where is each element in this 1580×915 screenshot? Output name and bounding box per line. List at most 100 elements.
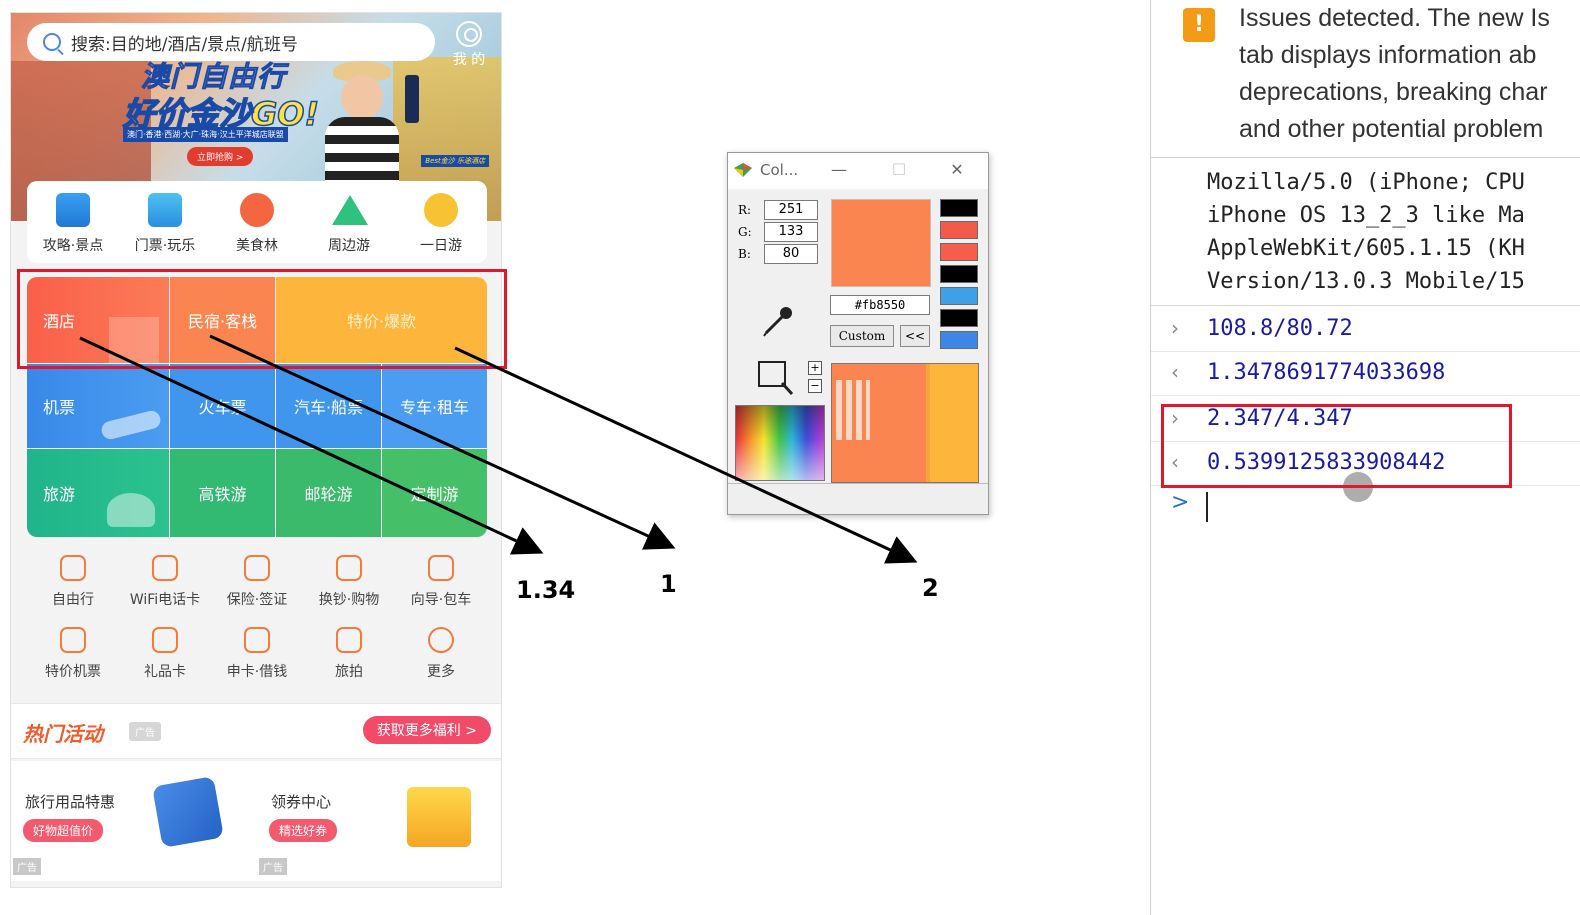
g-label: G: (738, 225, 752, 239)
recent-swatch-3[interactable] (940, 243, 978, 261)
my-account-label: 我 的 (452, 52, 486, 68)
banner-vertical-label (405, 75, 419, 123)
annotation-ratio-deals: 2 (922, 574, 939, 602)
nav-tickets[interactable]: 门票·玩乐 (119, 181, 211, 263)
svc-wifi[interactable]: WiFi电话卡 (119, 549, 211, 621)
zoom-preview (831, 363, 979, 483)
backpack-icon (60, 555, 86, 581)
nav-daytrip[interactable]: 一日游 (395, 181, 487, 263)
user-icon (456, 21, 482, 47)
color-picker-window[interactable]: Col... — ☐ ✕ R: 251 G: 133 B: 80 #fb8550… (727, 152, 989, 515)
food-icon (240, 193, 274, 227)
banner-tagline: 澳门·香港·西湖·大广·珠海·汉土平洋城店联盟 (123, 127, 288, 142)
r-label: R: (738, 203, 752, 217)
grid-tour[interactable]: 旅游 (27, 449, 169, 537)
grid-car-rental[interactable]: 专车·租车 (382, 364, 487, 448)
nav-nearby[interactable]: 周边游 (303, 181, 395, 263)
recent-swatch-7[interactable] (940, 331, 978, 349)
g-value-field[interactable]: 133 (764, 222, 818, 242)
gift-card-icon (152, 627, 178, 653)
banner-mascot (311, 61, 411, 201)
console-caret (1206, 492, 1208, 522)
gift-box-icon (407, 787, 471, 847)
my-account-button[interactable]: 我 的 (445, 19, 493, 73)
zoom-in-button[interactable]: + (808, 361, 822, 375)
custom-button[interactable]: Custom (830, 325, 894, 347)
search-icon (43, 33, 61, 51)
recent-swatch-5[interactable] (940, 287, 978, 305)
eyedropper-icon[interactable] (760, 303, 796, 339)
promo-card-travel-goods[interactable]: 旅行用品特惠 好物超值价 广告 (11, 761, 257, 881)
search-input[interactable]: 搜索:目的地/酒店/景点/航班号 (27, 23, 435, 61)
close-button[interactable]: ✕ (942, 157, 972, 183)
more-icon (428, 627, 454, 653)
sun-icon (424, 193, 458, 227)
wifi-card-icon (152, 555, 178, 581)
more-benefits-button[interactable]: 获取更多福利 > (362, 716, 491, 744)
svc-gift-card[interactable]: 礼品卡 (119, 621, 211, 693)
guide-hat-icon (428, 555, 454, 581)
nav-guide[interactable]: 攻略·景点 (27, 181, 119, 263)
shield-icon (244, 555, 270, 581)
recent-swatch-1[interactable] (940, 199, 978, 217)
console-input-1: › 108.8/80.72 (1151, 308, 1580, 352)
grid-train[interactable]: 火车票 (170, 364, 275, 448)
suitcase-icon (152, 776, 224, 848)
beach-chair-icon (107, 493, 155, 527)
ticket-image-icon (148, 193, 182, 227)
annotation-ratio-hotel: 1.34 (516, 576, 576, 604)
recent-swatch-6[interactable] (940, 309, 978, 327)
recent-swatch-4[interactable] (940, 265, 978, 283)
highlight-box-console (1161, 404, 1512, 488)
picker-statusbar (728, 483, 988, 514)
svc-exchange[interactable]: 换钞·购物 (303, 549, 395, 621)
svc-photo[interactable]: 旅拍 (303, 621, 395, 693)
picker-titlebar[interactable]: Col... — ☐ ✕ (728, 153, 988, 189)
issues-banner[interactable]: ! Issues detected. The new Is tab displa… (1151, 0, 1580, 158)
shopping-bag-icon (336, 555, 362, 581)
b-label: B: (738, 247, 751, 261)
camera-icon (336, 627, 362, 653)
mountain-icon (332, 193, 366, 227)
quick-nav: 攻略·景点 门票·玩乐 美食林 周边游 一日游 (27, 181, 487, 263)
svc-cheap-flight[interactable]: 特价机票 (27, 621, 119, 693)
annotation-ratio-guesthouse: 1 (660, 570, 677, 598)
mobile-app-frame: 澳门自由行 好价金沙GO! 澳门·香港·西湖·大广·珠海·汉土平洋城店联盟 立即… (10, 12, 502, 888)
grid-rail-tour[interactable]: 高铁游 (170, 449, 275, 537)
svc-free-travel[interactable]: 自由行 (27, 549, 119, 621)
collapse-button[interactable]: << (900, 325, 930, 347)
maximize-button[interactable]: ☐ (884, 157, 914, 183)
svc-credit[interactable]: 申卡·借钱 (211, 621, 303, 693)
b-value-field[interactable]: 80 (764, 244, 818, 264)
grid-flight[interactable]: 机票 (27, 364, 169, 448)
grid-cruise[interactable]: 邮轮游 (276, 449, 381, 537)
plane-icon (99, 409, 163, 441)
credit-card-icon (244, 627, 270, 653)
banner-buy-button[interactable]: 立即抢购 > (187, 147, 254, 166)
console-prompt[interactable]: > (1171, 490, 1189, 515)
hex-value-field[interactable]: #fb8550 (830, 295, 930, 315)
grid-custom-tour[interactable]: 定制游 (382, 449, 487, 537)
color-palette[interactable] (735, 405, 825, 481)
service-grid: 自由行 WiFi电话卡 保险·签证 换钞·购物 向导·包车 特价机票 礼品卡 申… (27, 549, 487, 697)
recent-swatch-2[interactable] (940, 221, 978, 239)
zoom-out-button[interactable]: − (808, 379, 822, 393)
svc-insurance[interactable]: 保险·签证 (211, 549, 303, 621)
guide-book-icon (56, 193, 90, 227)
current-color-swatch (831, 199, 931, 287)
magnifier-icon[interactable] (756, 359, 796, 397)
nav-food[interactable]: 美食林 (211, 181, 303, 263)
minimize-button[interactable]: — (824, 157, 854, 183)
user-agent-log: Mozilla/5.0 (iPhone; CPU iPhone OS 13_2_… (1151, 160, 1580, 306)
hot-activities-bar: 热门活动 广告 获取更多福利 > (11, 703, 501, 759)
ad-tag: 广告 (129, 722, 161, 741)
r-value-field[interactable]: 251 (764, 200, 818, 220)
svc-guide[interactable]: 向导·包车 (395, 549, 487, 621)
grid-bus-ferry[interactable]: 汽车·船票 (276, 364, 381, 448)
svc-more[interactable]: 更多 (395, 621, 487, 693)
highlight-box-hotel-row (17, 269, 507, 369)
promo-card-coupons[interactable]: 领券中心 精选好券 广告 (257, 761, 501, 881)
console-output-1: ‹ 1.3478691774033698 (1151, 352, 1580, 396)
chevron-left-icon: ‹ (1171, 360, 1179, 384)
hot-title: 热门活动 (23, 722, 103, 746)
